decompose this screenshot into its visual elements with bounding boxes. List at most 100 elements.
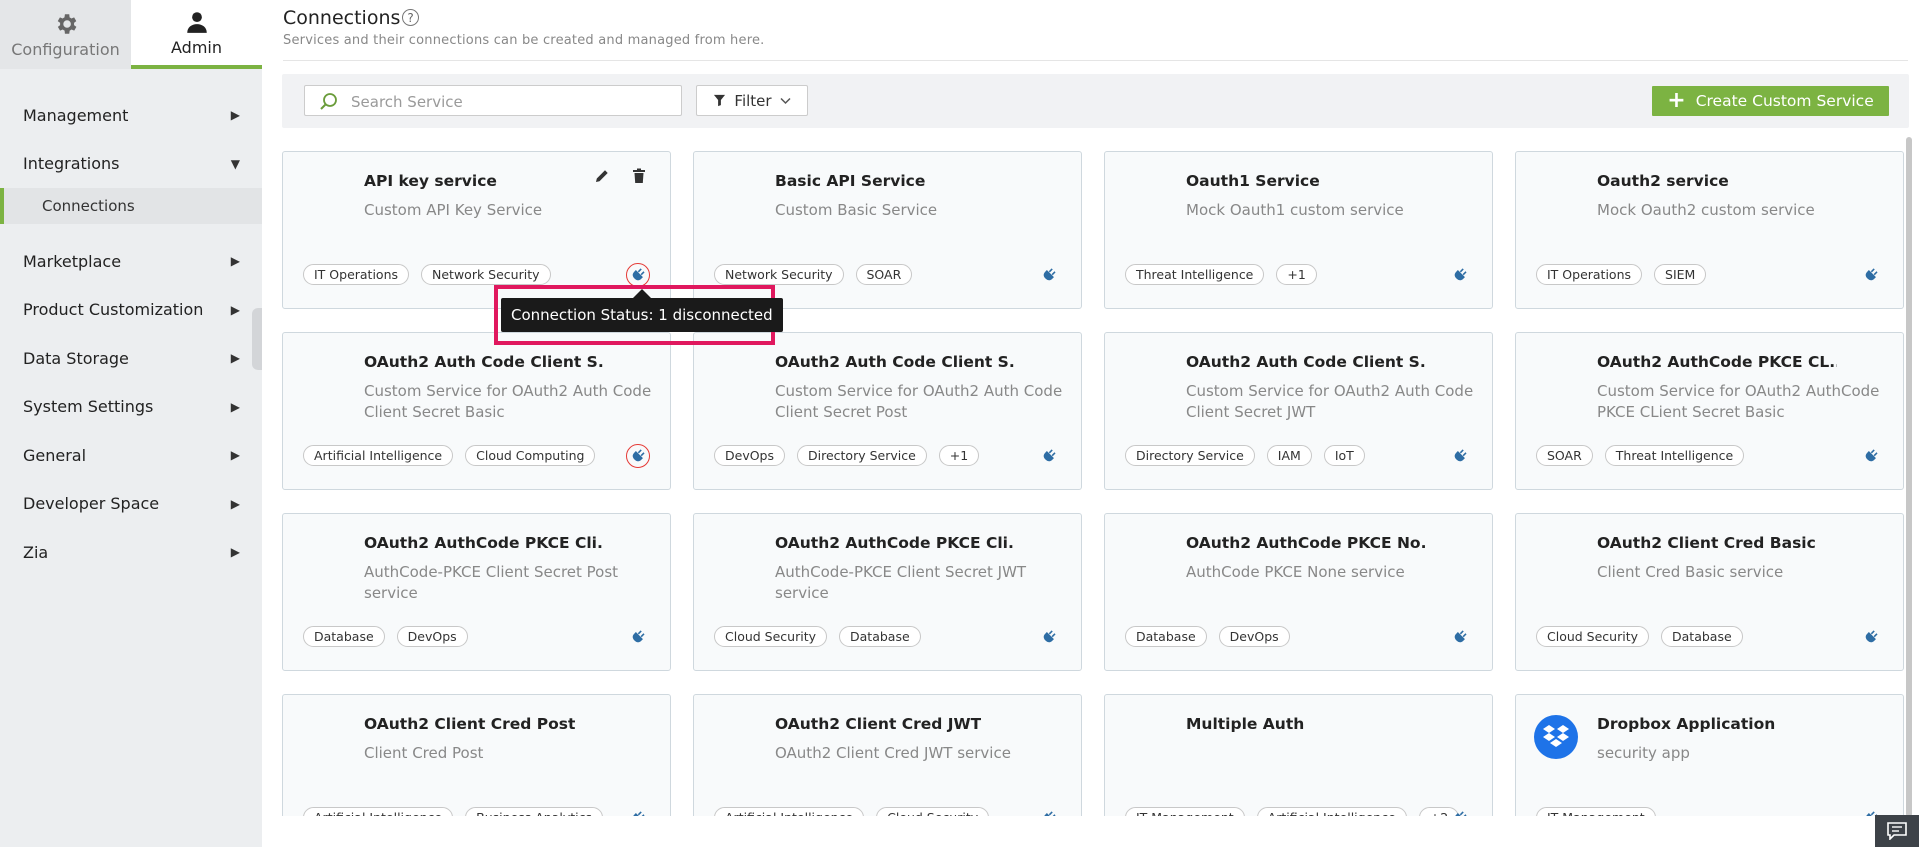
category-tag: DevOps	[1218, 626, 1290, 647]
category-tag: SOAR	[855, 264, 913, 285]
plug-icon	[1043, 811, 1056, 816]
tab-configuration[interactable]: Configuration	[0, 0, 131, 69]
delete-icon[interactable]	[630, 167, 648, 185]
gear-icon	[57, 13, 76, 34]
category-tag: Business Analytics	[465, 807, 603, 816]
service-card[interactable]: OAuth2 Client Cred Post Client Cred Post A…	[282, 694, 671, 816]
service-card[interactable]: OAuth2 Auth Code Client S... Custom Servi…	[282, 332, 671, 490]
sidebar-item-management[interactable]: Management ▶	[0, 91, 262, 140]
plug-icon	[1043, 268, 1056, 281]
header-divider	[283, 60, 1908, 61]
service-card[interactable]: OAuth2 AuthCode PKCE No... AuthCode PKCE …	[1104, 513, 1493, 671]
connection-status-button[interactable]	[1037, 625, 1061, 649]
sidebar-collapse-handle[interactable]	[252, 308, 262, 370]
create-custom-service-button[interactable]: + Create Custom Service	[1652, 86, 1889, 116]
category-tag: SIEM	[1654, 264, 1707, 285]
sidebar-item-product-customization[interactable]: Product Customization ▶	[0, 286, 262, 335]
service-title: API key service	[364, 172, 497, 190]
sidebar-item-label: System Settings	[23, 397, 154, 417]
service-card[interactable]: Multiple Auth IT Management Artificial Int…	[1104, 694, 1493, 816]
connection-status-button[interactable]	[1037, 806, 1061, 816]
service-card[interactable]: OAuth2 AuthCode PKCE Cli... AuthCode-PKCE…	[693, 513, 1082, 671]
service-title: OAuth2 AuthCode PKCE No...	[1186, 534, 1426, 552]
sidebar-item-label: Marketplace	[23, 251, 122, 271]
service-tags: IT Operations Network Security	[303, 264, 551, 285]
filter-button[interactable]: Filter	[696, 85, 808, 116]
caret-down-icon: ▼	[230, 156, 240, 171]
services-grid: API key service Custom API Key Service IT …	[282, 151, 1909, 816]
service-description: Mock Oauth1 custom service	[1186, 201, 1404, 219]
service-tags: Artificial Intelligence Cloud Computing	[303, 445, 596, 466]
sidebar-item-data-storage[interactable]: Data Storage ▶	[0, 334, 262, 383]
connection-status-button[interactable]	[1859, 625, 1883, 649]
service-tags: Database DevOps	[1125, 626, 1290, 647]
service-tags: Threat Intelligence +1	[1125, 264, 1317, 285]
service-description: Client Cred Basic service	[1597, 563, 1784, 581]
sidebar-item-integrations[interactable]: Integrations ▼	[0, 140, 262, 189]
connection-status-button[interactable]	[626, 263, 650, 287]
connection-status-button[interactable]	[626, 444, 650, 468]
sidebar-item-system-settings[interactable]: System Settings ▶	[0, 383, 262, 432]
service-title: Oauth1 Service	[1186, 172, 1320, 190]
help-icon[interactable]: ?	[402, 9, 419, 26]
connection-status-button[interactable]	[1448, 263, 1472, 287]
service-description: Mock Oauth2 custom service	[1597, 201, 1815, 219]
category-tag: IT Operations	[303, 264, 410, 285]
edit-icon[interactable]	[593, 167, 611, 185]
service-tags: IT Operations SIEM	[1536, 264, 1707, 285]
service-description: OAuth2 Client Cred JWT service	[775, 744, 1011, 762]
scrollbar[interactable]	[1906, 137, 1912, 817]
plug-icon	[1865, 449, 1878, 462]
service-card[interactable]: OAuth2 AuthCode PKCE Cli... AuthCode-PKCE…	[282, 513, 671, 671]
sidebar-item-label: General	[23, 445, 87, 465]
plus-icon: +	[1667, 88, 1686, 113]
service-tags: Directory Service IAM IoT	[1125, 445, 1365, 466]
service-title: OAuth2 Client Cred Post	[364, 715, 576, 733]
service-description: security app	[1597, 744, 1690, 762]
service-description: AuthCode PKCE None service	[1186, 563, 1405, 581]
category-tag: IT Operations	[1536, 264, 1643, 285]
sidebar-item-zia[interactable]: Zia ▶	[0, 528, 262, 577]
category-tag: Directory Service	[1125, 445, 1255, 466]
connection-status-button[interactable]	[626, 625, 650, 649]
service-tags: Artificial Intelligence Cloud Security	[714, 807, 990, 816]
connection-status-button[interactable]	[1859, 444, 1883, 468]
sidebar-menu: Management ▶ Integrations ▼ Connections …	[0, 91, 262, 577]
connection-status-button[interactable]	[1448, 444, 1472, 468]
service-card[interactable]: Oauth1 Service Mock Oauth1 custom service…	[1104, 151, 1493, 309]
connection-status-button[interactable]	[1859, 263, 1883, 287]
category-tag[interactable]: +1	[1276, 264, 1317, 285]
page-title: Connections	[283, 7, 401, 29]
sidebar-item-marketplace[interactable]: Marketplace ▶	[0, 237, 262, 286]
service-card[interactable]: OAuth2 Client Cred Basic Client Cred Basi…	[1515, 513, 1904, 671]
service-card[interactable]: OAuth2 Auth Code Client S... Custom Servi…	[693, 332, 1082, 490]
page-subtitle: Services and their connections can be cr…	[283, 33, 765, 48]
service-tags: Database DevOps	[303, 626, 468, 647]
sidebar-item-general[interactable]: General ▶	[0, 431, 262, 480]
user-icon	[186, 11, 207, 33]
tab-admin[interactable]: Admin	[131, 0, 262, 69]
service-card[interactable]: Oauth2 service Mock Oauth2 custom service…	[1515, 151, 1904, 309]
service-title: OAuth2 Client Cred JWT	[775, 715, 982, 733]
service-tags: IT ManagementArtificial Intelligence+2	[1125, 807, 1460, 816]
connection-status-tooltip: Connection Status: 1 disconnected	[501, 298, 783, 332]
sidebar-item-developer-space[interactable]: Developer Space ▶	[0, 480, 262, 529]
sidebar-subitem-connections[interactable]: Connections	[0, 188, 262, 224]
service-title: OAuth2 Client Cred Basic	[1597, 534, 1816, 552]
category-tag: Database	[303, 626, 385, 647]
connection-status-button[interactable]	[1037, 444, 1061, 468]
category-tag: Artificial Intelligence	[303, 807, 454, 816]
category-tag[interactable]: +1	[938, 445, 980, 466]
service-title: OAuth2 AuthCode PKCE Cli...	[775, 534, 1015, 552]
sidebar-item-label: Integrations	[23, 154, 120, 174]
service-card[interactable]: OAuth2 Auth Code Client S... Custom Servi…	[1104, 332, 1493, 490]
service-tags: Artificial Intelligence Business Analytic…	[303, 807, 603, 816]
service-card[interactable]: OAuth2 Client Cred JWT OAuth2 Client Cred…	[693, 694, 1082, 816]
search-input[interactable]	[349, 90, 673, 114]
chat-button[interactable]	[1875, 815, 1919, 847]
connection-status-button[interactable]	[626, 806, 650, 816]
connection-status-button[interactable]	[1037, 263, 1061, 287]
service-card[interactable]: Dropbox Application security app IT Manage…	[1515, 694, 1904, 816]
service-card[interactable]: OAuth2 AuthCode PKCE CL... Custom Service…	[1515, 332, 1904, 490]
connection-status-button[interactable]	[1448, 625, 1472, 649]
